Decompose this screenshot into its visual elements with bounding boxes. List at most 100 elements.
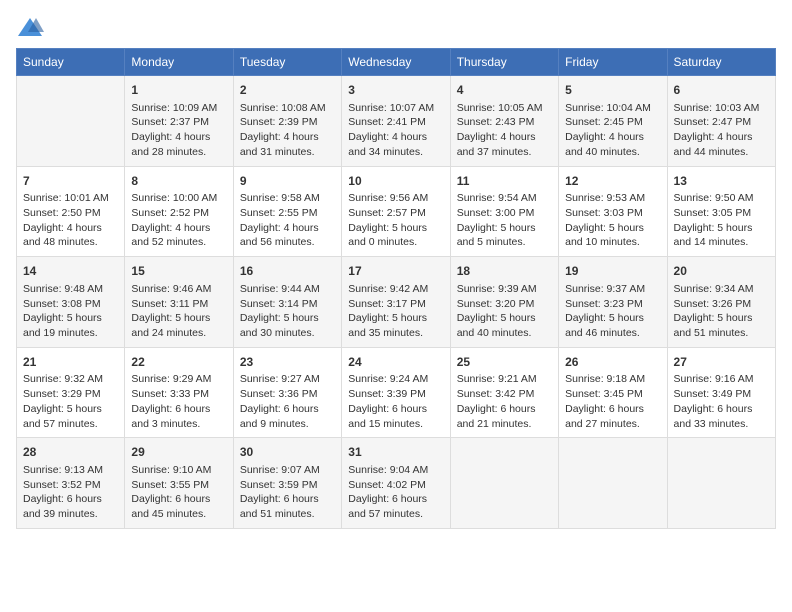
day-number: 20 (674, 263, 769, 280)
weekday-header: Saturday (667, 49, 775, 76)
day-info-line: and 3 minutes. (131, 417, 226, 432)
calendar-cell: 24Sunrise: 9:24 AMSunset: 3:39 PMDayligh… (342, 347, 450, 438)
day-info-line: Sunrise: 9:32 AM (23, 372, 118, 387)
day-info-line: and 35 minutes. (348, 326, 443, 341)
day-info-line: Daylight: 4 hours (131, 221, 226, 236)
day-number: 2 (240, 82, 335, 99)
day-info-line: Sunrise: 9:04 AM (348, 463, 443, 478)
calendar-cell: 31Sunrise: 9:04 AMSunset: 4:02 PMDayligh… (342, 438, 450, 529)
day-number: 16 (240, 263, 335, 280)
day-number: 1 (131, 82, 226, 99)
calendar-cell (17, 76, 125, 167)
day-info-line: and 40 minutes. (457, 326, 552, 341)
day-info-line: Sunrise: 10:00 AM (131, 191, 226, 206)
calendar-cell: 19Sunrise: 9:37 AMSunset: 3:23 PMDayligh… (559, 257, 667, 348)
day-number: 23 (240, 354, 335, 371)
calendar-cell: 20Sunrise: 9:34 AMSunset: 3:26 PMDayligh… (667, 257, 775, 348)
day-number: 14 (23, 263, 118, 280)
day-info-line: Sunset: 2:45 PM (565, 115, 660, 130)
day-info-line: Sunset: 3:42 PM (457, 387, 552, 402)
day-info-line: Daylight: 5 hours (674, 221, 769, 236)
calendar-table: SundayMondayTuesdayWednesdayThursdayFrid… (16, 48, 776, 529)
day-info-line: Daylight: 6 hours (240, 492, 335, 507)
day-info-line: Sunset: 3:33 PM (131, 387, 226, 402)
calendar-cell: 13Sunrise: 9:50 AMSunset: 3:05 PMDayligh… (667, 166, 775, 257)
day-info-line: Daylight: 6 hours (131, 402, 226, 417)
day-number: 6 (674, 82, 769, 99)
day-number: 22 (131, 354, 226, 371)
day-info-line: Sunrise: 9:10 AM (131, 463, 226, 478)
day-number: 28 (23, 444, 118, 461)
calendar-cell: 29Sunrise: 9:10 AMSunset: 3:55 PMDayligh… (125, 438, 233, 529)
day-info-line: Sunrise: 9:13 AM (23, 463, 118, 478)
weekday-header-row: SundayMondayTuesdayWednesdayThursdayFrid… (17, 49, 776, 76)
day-info-line: Sunset: 3:14 PM (240, 297, 335, 312)
day-number: 18 (457, 263, 552, 280)
calendar-cell: 28Sunrise: 9:13 AMSunset: 3:52 PMDayligh… (17, 438, 125, 529)
page-header (16, 16, 776, 40)
weekday-header: Thursday (450, 49, 558, 76)
day-info-line: Sunset: 3:59 PM (240, 478, 335, 493)
calendar-cell: 8Sunrise: 10:00 AMSunset: 2:52 PMDayligh… (125, 166, 233, 257)
day-info-line: Sunset: 2:55 PM (240, 206, 335, 221)
day-info-line: Sunset: 2:39 PM (240, 115, 335, 130)
day-info-line: Daylight: 5 hours (348, 221, 443, 236)
day-info-line: and 9 minutes. (240, 417, 335, 432)
day-info-line: Sunrise: 9:53 AM (565, 191, 660, 206)
day-info-line: and 57 minutes. (23, 417, 118, 432)
day-info-line: Sunset: 3:17 PM (348, 297, 443, 312)
day-info-line: Daylight: 4 hours (674, 130, 769, 145)
day-info-line: Sunset: 2:47 PM (674, 115, 769, 130)
day-info-line: and 44 minutes. (674, 145, 769, 160)
day-info-line: Daylight: 5 hours (23, 311, 118, 326)
weekday-header: Wednesday (342, 49, 450, 76)
calendar-cell: 21Sunrise: 9:32 AMSunset: 3:29 PMDayligh… (17, 347, 125, 438)
calendar-cell: 17Sunrise: 9:42 AMSunset: 3:17 PMDayligh… (342, 257, 450, 348)
day-info-line: Daylight: 6 hours (457, 402, 552, 417)
day-info-line: Sunset: 4:02 PM (348, 478, 443, 493)
day-info-line: and 52 minutes. (131, 235, 226, 250)
day-number: 10 (348, 173, 443, 190)
day-info-line: Daylight: 6 hours (240, 402, 335, 417)
day-info-line: and 37 minutes. (457, 145, 552, 160)
day-info-line: Sunrise: 9:42 AM (348, 282, 443, 297)
calendar-cell (667, 438, 775, 529)
day-info-line: Sunrise: 9:37 AM (565, 282, 660, 297)
calendar-week-row: 7Sunrise: 10:01 AMSunset: 2:50 PMDayligh… (17, 166, 776, 257)
calendar-cell (450, 438, 558, 529)
weekday-header: Tuesday (233, 49, 341, 76)
day-info-line: Daylight: 4 hours (457, 130, 552, 145)
day-info-line: Sunrise: 10:01 AM (23, 191, 118, 206)
calendar-cell: 14Sunrise: 9:48 AMSunset: 3:08 PMDayligh… (17, 257, 125, 348)
day-info-line: Daylight: 5 hours (131, 311, 226, 326)
day-info-line: Sunrise: 10:04 AM (565, 101, 660, 116)
weekday-header: Sunday (17, 49, 125, 76)
day-info-line: Sunrise: 10:09 AM (131, 101, 226, 116)
day-info-line: Daylight: 5 hours (565, 221, 660, 236)
day-info-line: Sunrise: 9:27 AM (240, 372, 335, 387)
day-info-line: and 10 minutes. (565, 235, 660, 250)
day-info-line: Sunset: 2:43 PM (457, 115, 552, 130)
day-info-line: Daylight: 5 hours (240, 311, 335, 326)
calendar-cell: 12Sunrise: 9:53 AMSunset: 3:03 PMDayligh… (559, 166, 667, 257)
day-info-line: Sunrise: 10:07 AM (348, 101, 443, 116)
calendar-cell: 18Sunrise: 9:39 AMSunset: 3:20 PMDayligh… (450, 257, 558, 348)
day-info-line: Sunrise: 9:44 AM (240, 282, 335, 297)
day-info-line: and 51 minutes. (240, 507, 335, 522)
day-info-line: Daylight: 6 hours (23, 492, 118, 507)
day-info-line: and 31 minutes. (240, 145, 335, 160)
day-info-line: Daylight: 5 hours (674, 311, 769, 326)
day-info-line: Daylight: 4 hours (131, 130, 226, 145)
calendar-cell: 7Sunrise: 10:01 AMSunset: 2:50 PMDayligh… (17, 166, 125, 257)
day-info-line: Sunset: 2:50 PM (23, 206, 118, 221)
day-info-line: and 40 minutes. (565, 145, 660, 160)
day-info-line: Sunrise: 9:39 AM (457, 282, 552, 297)
day-info-line: Sunset: 3:29 PM (23, 387, 118, 402)
day-info-line: and 57 minutes. (348, 507, 443, 522)
calendar-week-row: 21Sunrise: 9:32 AMSunset: 3:29 PMDayligh… (17, 347, 776, 438)
day-number: 3 (348, 82, 443, 99)
day-number: 13 (674, 173, 769, 190)
day-info-line: Daylight: 5 hours (23, 402, 118, 417)
day-info-line: Daylight: 5 hours (457, 221, 552, 236)
calendar-cell: 2Sunrise: 10:08 AMSunset: 2:39 PMDayligh… (233, 76, 341, 167)
